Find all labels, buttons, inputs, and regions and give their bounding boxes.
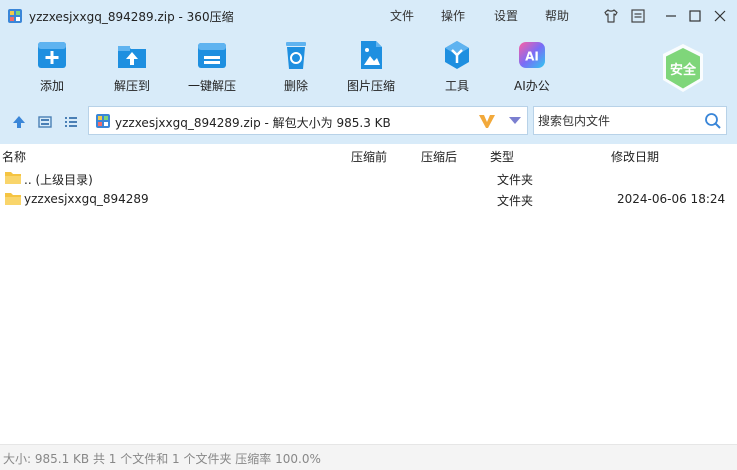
menu-settings[interactable]: 设置	[494, 7, 518, 24]
close-button[interactable]	[711, 7, 729, 25]
search-input[interactable]	[536, 111, 700, 131]
file-type: 文件夹	[497, 194, 534, 208]
delete-button[interactable]: 删除	[279, 38, 313, 96]
tools-button[interactable]: 工具	[440, 38, 474, 96]
file-name: .. (上级目录)	[24, 173, 93, 187]
list-item-folder[interactable]: yzzxesjxxgq_894289 文件夹 2024-06-06 18:24	[0, 189, 737, 209]
ai-office-icon: AI	[518, 42, 545, 68]
add-button[interactable]: 添加	[35, 38, 69, 96]
window-title: yzzxesjxxgq_894289.zip - 360压缩	[29, 10, 234, 24]
search-icon[interactable]	[704, 112, 722, 130]
column-header: 名称 压缩前 压缩后 类型 修改日期	[0, 144, 737, 166]
column-name[interactable]: 名称	[2, 148, 26, 165]
feedback-button[interactable]	[629, 7, 647, 25]
list-view-icon	[65, 117, 77, 127]
ai-office-label: AI办公	[514, 79, 550, 93]
add-label: 添加	[39, 79, 64, 93]
one-click-extract-label: 一键解压	[188, 79, 237, 93]
extract-to-label: 解压到	[114, 79, 151, 93]
extract-to-icon	[118, 46, 146, 68]
security-label: 安全	[669, 63, 696, 78]
folder-icon	[5, 172, 21, 184]
column-type[interactable]: 类型	[490, 148, 514, 165]
up-level-button[interactable]	[10, 113, 28, 131]
one-click-extract-icon	[198, 43, 226, 68]
app-window: yzzxesjxxgq_894289.zip - 360压缩 文件 操作 设置 …	[0, 0, 737, 470]
minimize-button[interactable]	[662, 7, 680, 25]
arrow-up-icon	[13, 116, 25, 128]
column-size-before[interactable]: 压缩前	[351, 148, 387, 165]
title-bar: yzzxesjxxgq_894289.zip - 360压缩 文件 操作 设置 …	[0, 0, 737, 32]
delete-icon	[286, 42, 306, 69]
address-bar[interactable]: yzzxesjxxgq_894289.zip - 解包大小为 985.3 KB	[88, 106, 528, 135]
folder-icon	[5, 193, 21, 205]
delete-label: 删除	[283, 79, 308, 93]
address-path: yzzxesjxxgq_894289.zip - 解包大小为 985.3 KB	[115, 116, 391, 130]
one-click-extract-button[interactable]: 一键解压	[188, 38, 236, 96]
file-type: 文件夹	[497, 173, 534, 187]
close-icon	[714, 10, 726, 22]
column-size-after[interactable]: 压缩后	[421, 148, 457, 165]
extract-to-button[interactable]: 解压到	[114, 38, 150, 96]
file-name: yzzxesjxxgq_894289	[24, 192, 149, 206]
list-item-parent-dir[interactable]: .. (上级目录) 文件夹	[0, 168, 737, 188]
image-compress-button[interactable]: 图片压缩	[347, 38, 395, 96]
minimize-icon	[666, 15, 676, 17]
tools-label: 工具	[444, 79, 469, 93]
status-bar: 大小: 985.1 KB 共 1 个文件和 1 个文件夹 压缩率 100.0%	[0, 444, 737, 470]
thumbnail-view-button[interactable]	[36, 113, 54, 131]
menu-box-icon	[631, 9, 645, 23]
search-box	[533, 106, 727, 135]
status-text: 大小: 985.1 KB 共 1 个文件和 1 个文件夹 压缩率 100.0%	[3, 452, 321, 466]
menu-operate[interactable]: 操作	[441, 7, 465, 24]
column-modified[interactable]: 修改日期	[611, 148, 659, 165]
zip-file-icon	[96, 114, 110, 128]
maximize-button[interactable]	[686, 7, 704, 25]
ai-office-button[interactable]: AI AI办公	[514, 38, 550, 96]
list-view-button[interactable]	[62, 113, 80, 131]
ai-badge-text: AI	[525, 50, 539, 64]
file-modified: 2024-06-06 18:24	[617, 192, 726, 206]
grid-view-icon	[38, 116, 52, 128]
zip-app-icon	[8, 9, 22, 23]
main-toolbar: 添加 解压到 一键解压 删除 图片压缩 工具 AI AI办公	[0, 32, 737, 100]
address-row: yzzxesjxxgq_894289.zip - 解包大小为 985.3 KB	[0, 100, 737, 144]
image-compress-label: 图片压缩	[347, 79, 396, 93]
menu-file[interactable]: 文件	[390, 7, 414, 24]
security-badge[interactable]: 安全	[657, 42, 709, 94]
image-compress-icon	[361, 41, 382, 69]
add-file-icon	[38, 42, 66, 68]
menu-help[interactable]: 帮助	[545, 7, 569, 24]
skin-button[interactable]	[602, 7, 620, 25]
maximize-icon	[689, 10, 701, 22]
shirt-icon	[604, 9, 618, 23]
tools-icon	[445, 41, 469, 69]
verified-icon[interactable]	[477, 111, 497, 131]
chevron-down-icon[interactable]	[509, 117, 521, 125]
